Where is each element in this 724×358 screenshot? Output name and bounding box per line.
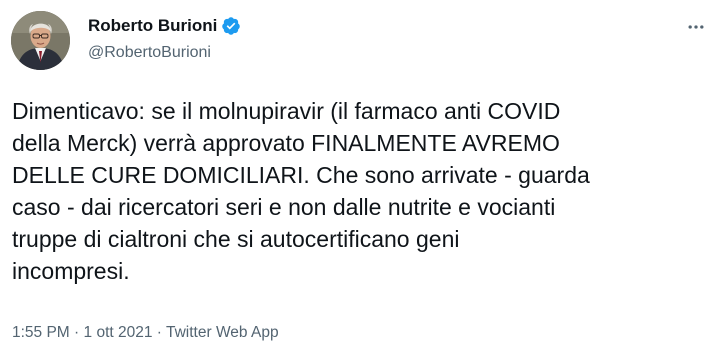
more-horizontal-icon[interactable] [683, 14, 709, 40]
display-name[interactable]: Roberto Burioni [88, 16, 217, 36]
author-name-row: Roberto Burioni [88, 16, 241, 36]
verified-badge-icon [221, 16, 241, 36]
tweet-text: Dimenticavo: se il molnupiravir (il farm… [12, 98, 590, 284]
tweet-time[interactable]: 1:55 PM [12, 324, 70, 341]
meta-separator: · [156, 324, 162, 341]
tweet-card: Roberto Burioni @RobertoBurioni Dimentic… [0, 0, 724, 358]
tweet-source: Twitter Web App [166, 324, 279, 341]
avatar[interactable] [11, 11, 70, 70]
tweet-date[interactable]: 1 ott 2021 [84, 324, 153, 341]
avatar-image [11, 11, 70, 70]
tweet-metadata: 1:55 PM · 1 ott 2021 · Twitter Web App [12, 323, 279, 343]
meta-separator: · [74, 324, 80, 341]
handle[interactable]: @RobertoBurioni [88, 43, 211, 63]
